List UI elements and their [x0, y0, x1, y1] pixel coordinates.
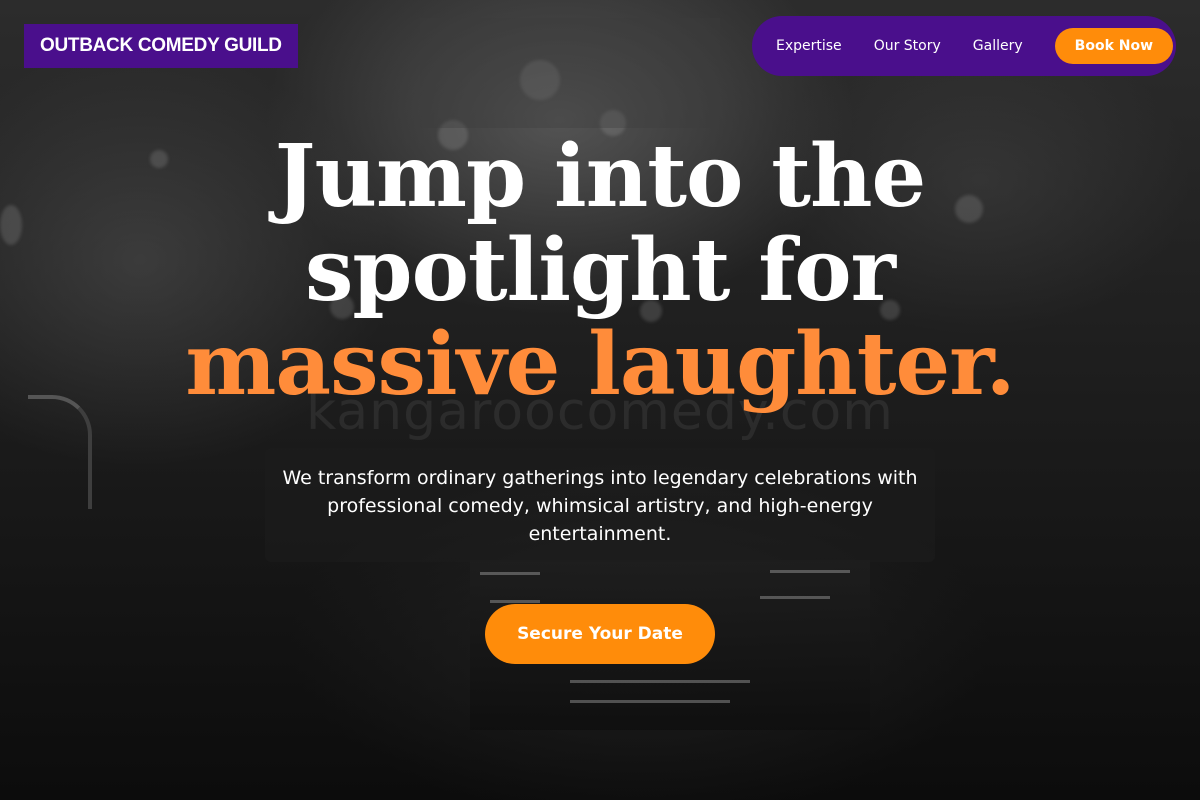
console-detail: [570, 700, 730, 703]
brand-logo[interactable]: OUTBACK COMEDY GUILD: [24, 24, 298, 68]
headline-line-1: Jump into the: [274, 126, 926, 227]
nav-link-expertise[interactable]: Expertise: [776, 38, 842, 54]
background-panel: [420, 18, 720, 128]
console-detail: [480, 572, 540, 575]
headline-accent: massive laughter.: [185, 314, 1015, 415]
hero-headline: Jump into the spotlight for massive laug…: [0, 130, 1200, 412]
console-detail: [490, 600, 540, 603]
secure-your-date-button[interactable]: Secure Your Date: [485, 604, 715, 664]
console-detail: [570, 680, 750, 683]
nav-link-our-story[interactable]: Our Story: [874, 38, 941, 54]
hero-section: kangaroocomedy.com OUTBACK COMEDY GUILD …: [0, 0, 1200, 800]
book-now-button[interactable]: Book Now: [1054, 28, 1174, 64]
main-navigation: Expertise Our Story Gallery Book Now: [752, 16, 1176, 76]
nav-link-gallery[interactable]: Gallery: [973, 38, 1023, 54]
hero-subtitle: We transform ordinary gatherings into le…: [282, 467, 918, 545]
headline-line-2: spotlight for: [305, 220, 896, 321]
console-detail: [770, 570, 850, 573]
console-detail: [760, 596, 830, 599]
microphone-stand: [28, 395, 92, 509]
